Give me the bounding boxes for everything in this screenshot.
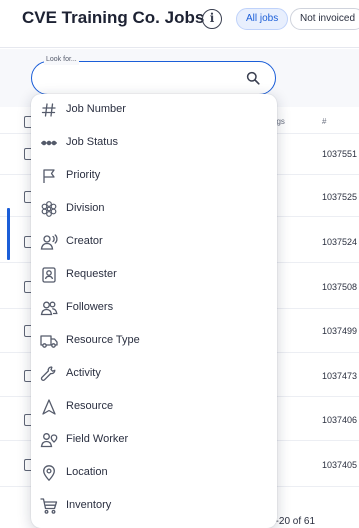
page-title: CVE Training Co. Jobs [22,8,205,27]
menu-item-label: Inventory [66,499,112,511]
division-icon [40,200,58,218]
menu-item-creator[interactable]: Creator [31,227,277,257]
menu-item-label: Location [66,466,108,478]
look-for-menu: Job Number Job Status Priority Division … [31,94,277,528]
job-number-cell[interactable]: 1037508 [322,282,357,292]
menu-item-location[interactable]: Location [31,458,277,488]
wrench-icon [40,365,58,383]
truck-icon [40,332,58,350]
job-number-cell[interactable]: 1037525 [322,192,357,202]
flag-icon [40,167,58,185]
row-selected-indicator [7,208,10,260]
menu-item-inventory[interactable]: Inventory [31,491,277,521]
menu-item-resource-type[interactable]: Resource Type [31,326,277,356]
menu-item-label: Job Status [66,136,118,148]
job-number-cell[interactable]: 1037524 [322,237,357,247]
menu-item-label: Creator [66,235,103,247]
menu-item-label: Division [66,202,105,214]
job-number-cell[interactable]: 1037551 [322,149,357,159]
menu-item-label: Job Number [66,103,126,115]
filter-chip-not-invoiced[interactable]: Not invoiced [290,8,359,30]
search-field[interactable] [31,61,276,95]
menu-item-label: Resource Type [66,334,140,346]
menu-item-job-number[interactable]: Job Number [31,95,277,125]
field-worker-icon [40,431,58,449]
search-input[interactable] [46,70,236,86]
menu-item-resource[interactable]: Resource [31,392,277,422]
menu-item-field-worker[interactable]: Field Worker [31,425,277,455]
filter-chip-all-jobs[interactable]: All jobs [236,8,289,30]
search-icon[interactable] [246,71,260,85]
menu-item-job-status[interactable]: Job Status [31,128,277,158]
menu-item-label: Resource [66,400,114,412]
menu-item-label: Field Worker [66,433,129,445]
menu-item-requester[interactable]: Requester [31,260,277,290]
menu-item-activity[interactable]: Activity [31,359,277,389]
job-number-cell[interactable]: 1037499 [322,326,357,336]
menu-item-label: Requester [66,268,117,280]
status-dots-icon [40,134,58,152]
job-number-cell[interactable]: 1037405 [322,460,357,470]
info-icon[interactable]: i [202,9,222,29]
job-number-cell[interactable]: 1037473 [322,371,357,381]
requester-icon [40,266,58,284]
menu-item-followers[interactable]: Followers [31,293,277,323]
search-label: Look for... [44,55,79,65]
menu-item-priority[interactable]: Priority [31,161,277,191]
job-number-cell[interactable]: 1037406 [322,415,357,425]
cart-icon [40,497,58,515]
menu-item-label: Activity [66,367,101,379]
menu-item-label: Priority [66,169,101,181]
menu-item-division[interactable]: Division [31,194,277,224]
menu-item-label: Followers [66,301,114,313]
creator-icon [40,233,58,251]
page-header: CVE Training Co. Jobs i All jobs Not inv… [0,0,359,48]
resource-icon [40,398,58,416]
column-header-number[interactable]: # [322,117,326,126]
hash-icon [40,101,58,119]
followers-icon [40,299,58,317]
location-pin-icon [40,464,58,482]
